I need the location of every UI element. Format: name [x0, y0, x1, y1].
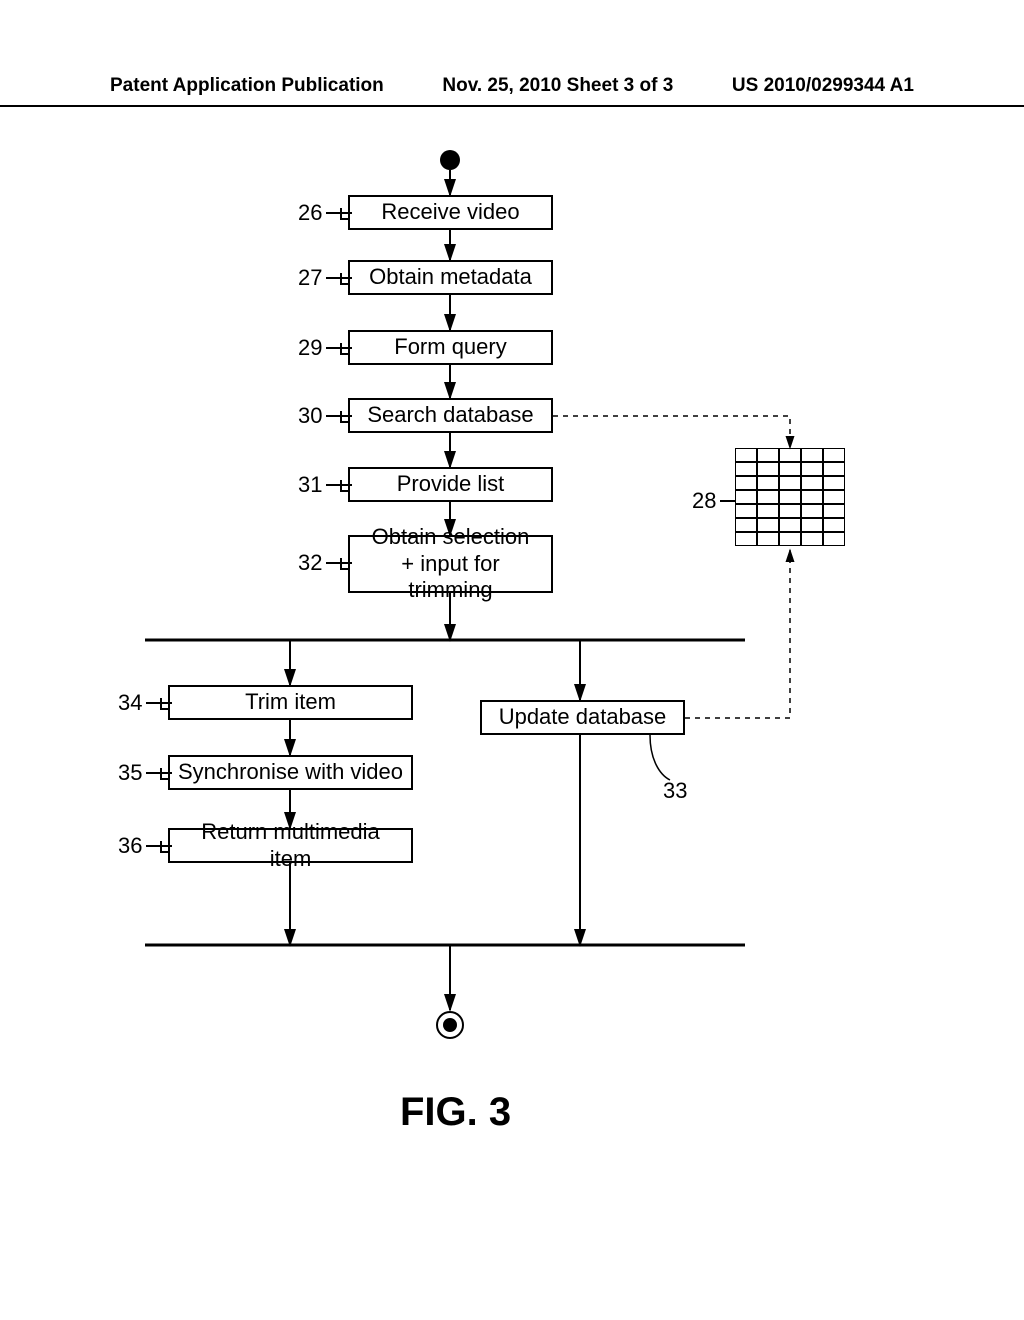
hook — [160, 768, 170, 780]
box-obtain-metadata: Obtain metadata — [348, 260, 553, 295]
box-label: Update database — [499, 704, 667, 730]
hook — [160, 698, 170, 710]
box-label: Form query — [394, 334, 506, 360]
ref-35: 35 — [118, 760, 142, 786]
ref-30: 30 — [298, 403, 322, 429]
header-left: Patent Application Publication — [110, 75, 384, 97]
ref-26: 26 — [298, 200, 322, 226]
box-label: Obtain metadata — [369, 264, 532, 290]
ref-28: 28 — [692, 488, 716, 514]
ref-36: 36 — [118, 833, 142, 859]
box-label: Synchronise with video — [178, 759, 403, 785]
box-synchronise: Synchronise with video — [168, 755, 413, 790]
diagram-canvas: Receive video Obtain metadata Form query… — [0, 130, 1024, 1320]
hook — [340, 343, 350, 355]
ref-32: 32 — [298, 550, 322, 576]
hook — [340, 480, 350, 492]
ref-33: 33 — [663, 778, 687, 804]
box-label: Return multimedia item — [178, 819, 403, 872]
header-right: US 2010/0299344 A1 — [732, 75, 914, 97]
box-label: Obtain selection + input for trimming — [358, 524, 543, 603]
hook — [160, 841, 170, 853]
box-label: Receive video — [381, 199, 519, 225]
hook — [340, 273, 350, 285]
box-label: Search database — [367, 402, 533, 428]
box-return-item: Return multimedia item — [168, 828, 413, 863]
ref-31: 31 — [298, 472, 322, 498]
box-label: Provide list — [397, 471, 505, 497]
box-search-database: Search database — [348, 398, 553, 433]
box-provide-list: Provide list — [348, 467, 553, 502]
hook — [340, 558, 350, 570]
ref-27: 27 — [298, 265, 322, 291]
box-label: Trim item — [245, 689, 336, 715]
ref-29: 29 — [298, 335, 322, 361]
box-receive-video: Receive video — [348, 195, 553, 230]
box-obtain-selection: Obtain selection + input for trimming — [348, 535, 553, 593]
header-center: Nov. 25, 2010 Sheet 3 of 3 — [442, 75, 673, 97]
box-update-database: Update database — [480, 700, 685, 735]
page-header: Patent Application Publication Nov. 25, … — [0, 75, 1024, 107]
hook — [340, 208, 350, 220]
ref-34: 34 — [118, 690, 142, 716]
database-icon — [735, 448, 845, 546]
figure-label: FIG. 3 — [400, 1090, 511, 1135]
box-trim-item: Trim item — [168, 685, 413, 720]
hook — [340, 411, 350, 423]
box-form-query: Form query — [348, 330, 553, 365]
tick — [720, 500, 736, 502]
